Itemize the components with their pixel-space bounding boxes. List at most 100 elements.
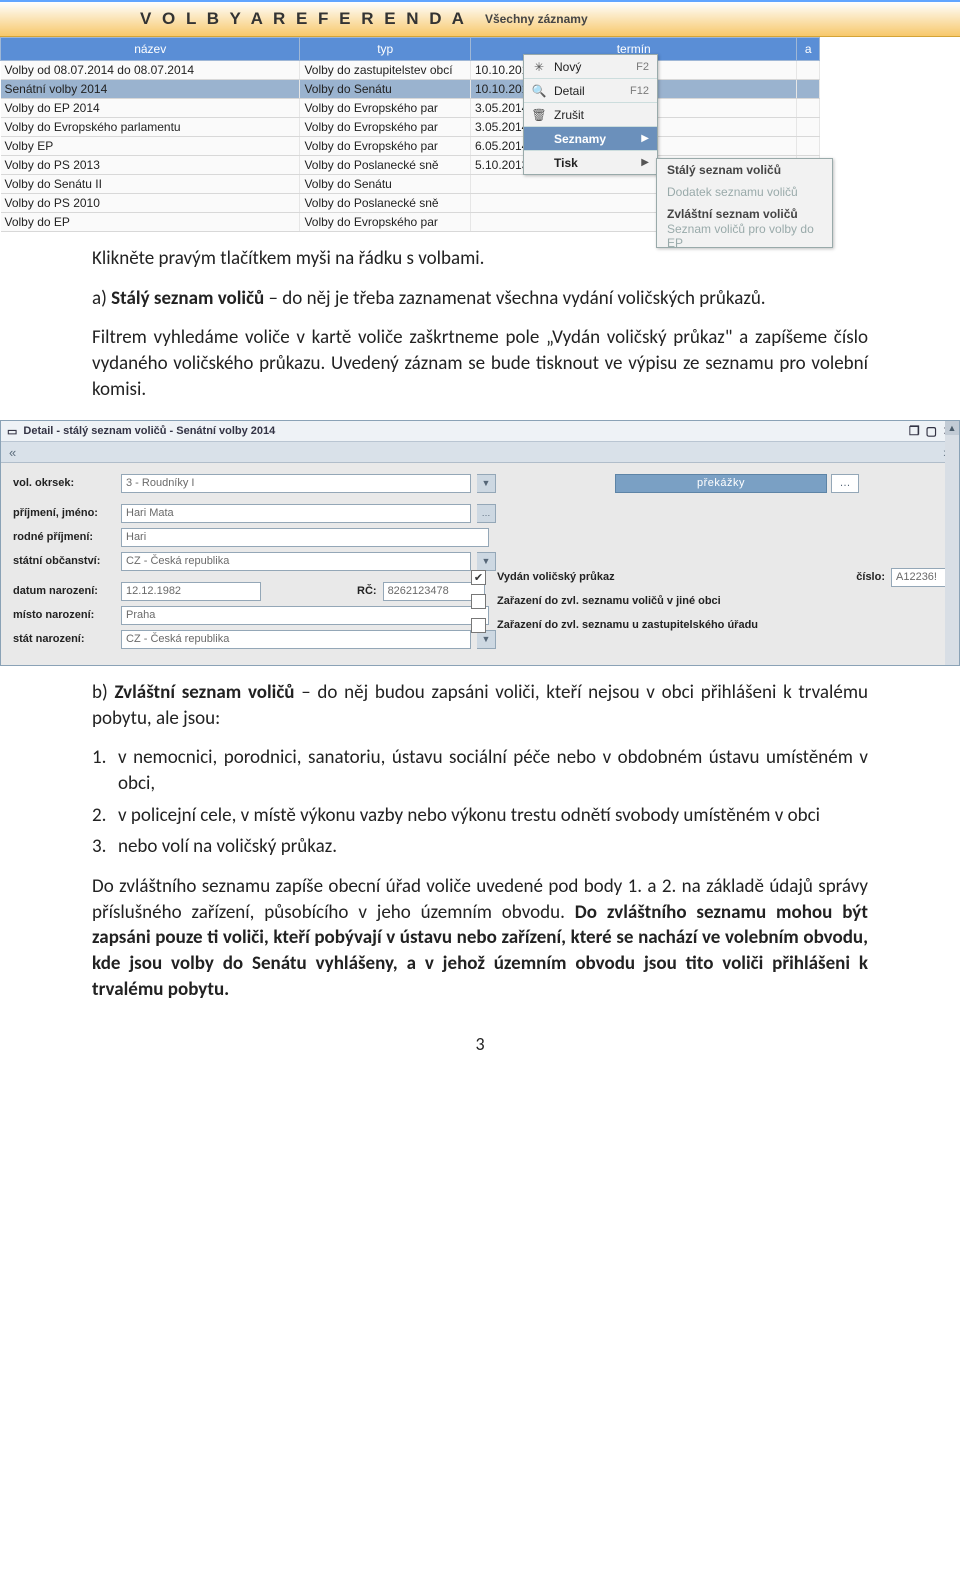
- section-zvl: Do zvláštního seznamu zapíše obecní úřad…: [92, 874, 868, 1002]
- list-num: 2.: [92, 803, 118, 829]
- submenu-item-staly[interactable]: Stálý seznam voličů: [657, 159, 832, 181]
- field-prijmeni[interactable]: Hari Mata: [121, 504, 471, 523]
- table-cell: Volby do Senátu: [300, 80, 471, 99]
- section-label: b): [92, 681, 114, 704]
- prev-icon[interactable]: «: [9, 445, 16, 460]
- table-row[interactable]: Volby od 08.07.2014 do 08.07.2014Volby d…: [1, 61, 820, 80]
- submenu-label: Stálý seznam voličů: [667, 163, 781, 177]
- checkbox-zar2[interactable]: [471, 618, 486, 633]
- table-cell: Volby do Senátu: [300, 175, 471, 194]
- submenu-arrow-icon: ▶: [641, 157, 649, 168]
- list-num: 3.: [92, 834, 118, 860]
- blank-icon: [532, 156, 546, 170]
- checkbox-vydan[interactable]: ✔: [471, 570, 486, 585]
- field-okrsek[interactable]: 3 - Roudníky I: [121, 474, 471, 493]
- table-cell: Volby do Poslanecké sně: [300, 194, 471, 213]
- label-zar2: Zařazení do zvl. seznamu u zastupitelské…: [497, 619, 758, 631]
- table-cell: Volby do Evropského parlamentu: [1, 118, 300, 137]
- menu-item-zrusit[interactable]: 🗑 Zrušit: [524, 103, 657, 127]
- restore-icon[interactable]: ❐: [909, 424, 920, 438]
- header-bar: V O L B Y A R E F E R E N D A Všechny zá…: [0, 0, 960, 37]
- menu-item-tisk[interactable]: Tisk ▶: [524, 151, 657, 174]
- submenu-label: Seznam voličů pro volby do EP: [667, 222, 822, 250]
- detail-icon: 🔍: [532, 84, 546, 98]
- context-menu: ✳ Nový F2 🔍 Detail F12 🗑 Zrušit Seznamy …: [523, 54, 658, 175]
- menu-shortcut: F2: [636, 61, 649, 73]
- table-cell: Volby do Evropského par: [300, 99, 471, 118]
- checkbox-zar1[interactable]: [471, 594, 486, 609]
- table-cell: [797, 80, 820, 99]
- check-icon: ✔: [474, 571, 483, 584]
- label-misto: místo narození:: [13, 609, 115, 621]
- blank-icon: [532, 132, 546, 146]
- new-icon: ✳: [532, 60, 546, 74]
- section-a-para2: Filtrem vyhledáme voliče v kartě voliče …: [92, 325, 868, 402]
- table-row[interactable]: Volby do Evropského parlamentuVolby do E…: [1, 118, 820, 137]
- menu-item-novy[interactable]: ✳ Nový F2: [524, 55, 657, 79]
- section-label: a): [92, 287, 111, 310]
- table-cell: Volby do Senátu II: [1, 175, 300, 194]
- col-a[interactable]: a: [797, 38, 820, 61]
- submenu-seznamy: Stálý seznam voličů Dodatek seznamu voli…: [656, 158, 833, 248]
- field-obcanstvi[interactable]: CZ - Česká republika: [121, 552, 471, 571]
- submenu-arrow-icon: ▶: [641, 133, 649, 144]
- list-item: 2.v policejní cele, v místě výkonu vazby…: [92, 803, 868, 829]
- button-more[interactable]: …: [831, 474, 859, 493]
- section-a: a) Stálý seznam voličů – do něj je třeba…: [92, 286, 868, 312]
- button-prekazky[interactable]: překážky: [615, 474, 827, 493]
- table-row[interactable]: Volby EPVolby do Evropského par6.05.2014…: [1, 137, 820, 156]
- screenshot-detail-form: ▭ Detail - stálý seznam voličů - Senátní…: [0, 420, 960, 666]
- menu-label: Nový: [554, 60, 581, 74]
- maximize-icon[interactable]: ▢: [926, 424, 937, 438]
- ordered-list: 1.v nemocnici, porodnici, sanatoriu, úst…: [92, 745, 868, 860]
- field-rc[interactable]: 8262123478: [383, 582, 485, 601]
- table-cell: Volby do PS 2010: [1, 194, 300, 213]
- menu-shortcut: F12: [630, 85, 649, 97]
- col-nazev[interactable]: název: [1, 38, 300, 61]
- table-row[interactable]: Volby do EP 2014Volby do Evropského par3…: [1, 99, 820, 118]
- table-cell: Volby do EP 2014: [1, 99, 300, 118]
- section-b: b) Zvláštní seznam voličů – do něj budou…: [92, 680, 868, 731]
- dialog-title: Detail - stálý seznam voličů - Senátní v…: [23, 425, 275, 437]
- list-text: v nemocnici, porodnici, sanatoriu, ústav…: [118, 745, 868, 796]
- table-cell: Volby EP: [1, 137, 300, 156]
- vertical-scrollbar[interactable]: ▲: [945, 421, 959, 665]
- label-narozeni: datum narození:: [13, 585, 115, 597]
- label-cislo: číslo:: [856, 571, 885, 583]
- scroll-up-icon[interactable]: ▲: [945, 421, 959, 435]
- header-title: V O L B Y A R E F E R E N D A: [140, 9, 467, 29]
- submenu-item-ep: Seznam voličů pro volby do EP: [657, 225, 832, 247]
- menu-item-seznamy[interactable]: Seznamy ▶: [524, 127, 657, 151]
- document-body-2: b) Zvláštní seznam voličů – do něj budou…: [0, 680, 960, 1056]
- field-stat[interactable]: CZ - Česká republika: [121, 630, 471, 649]
- table-cell: Volby do EP: [1, 213, 300, 232]
- label-prijmeni: příjmení, jméno:: [13, 507, 115, 519]
- table-cell: [797, 137, 820, 156]
- page-number: 3: [92, 1032, 868, 1056]
- label-zar1: Zařazení do zvl. seznamu voličů v jiné o…: [497, 595, 721, 607]
- field-misto[interactable]: Praha: [121, 606, 489, 625]
- table-cell: Volby do PS 2013: [1, 156, 300, 175]
- submenu-label: Dodatek seznamu voličů: [667, 185, 798, 199]
- field-rodne[interactable]: Hari: [121, 528, 489, 547]
- label-vydan: Vydán voličský průkaz: [497, 571, 615, 583]
- submenu-item-dodatek: Dodatek seznamu voličů: [657, 181, 832, 203]
- table-row[interactable]: Senátní volby 2014Volby do Senátu10.10.2…: [1, 80, 820, 99]
- screenshot-volby-grid: V O L B Y A R E F E R E N D A Všechny zá…: [0, 0, 960, 232]
- table-cell: Volby do Evropského par: [300, 118, 471, 137]
- header-subtitle: Všechny záznamy: [485, 12, 588, 26]
- window-icon: ▭: [7, 425, 17, 438]
- toolbar: « »: [1, 442, 959, 463]
- menu-item-detail[interactable]: 🔍 Detail F12: [524, 79, 657, 103]
- button-label: překážky: [697, 477, 745, 489]
- field-cislo[interactable]: A12236!: [891, 568, 949, 587]
- delete-icon: 🗑: [532, 108, 546, 122]
- label-rc: RČ:: [357, 585, 377, 597]
- section-bold: Stálý seznam voličů: [111, 287, 264, 310]
- menu-label: Seznamy: [554, 132, 606, 146]
- col-typ[interactable]: typ: [300, 38, 471, 61]
- field-narozeni[interactable]: 12.12.1982: [121, 582, 261, 601]
- list-text: nebo volí na voličský průkaz.: [118, 834, 337, 860]
- list-item: 3.nebo volí na voličský průkaz.: [92, 834, 868, 860]
- section-bold: Zvláštní seznam voličů: [114, 681, 294, 704]
